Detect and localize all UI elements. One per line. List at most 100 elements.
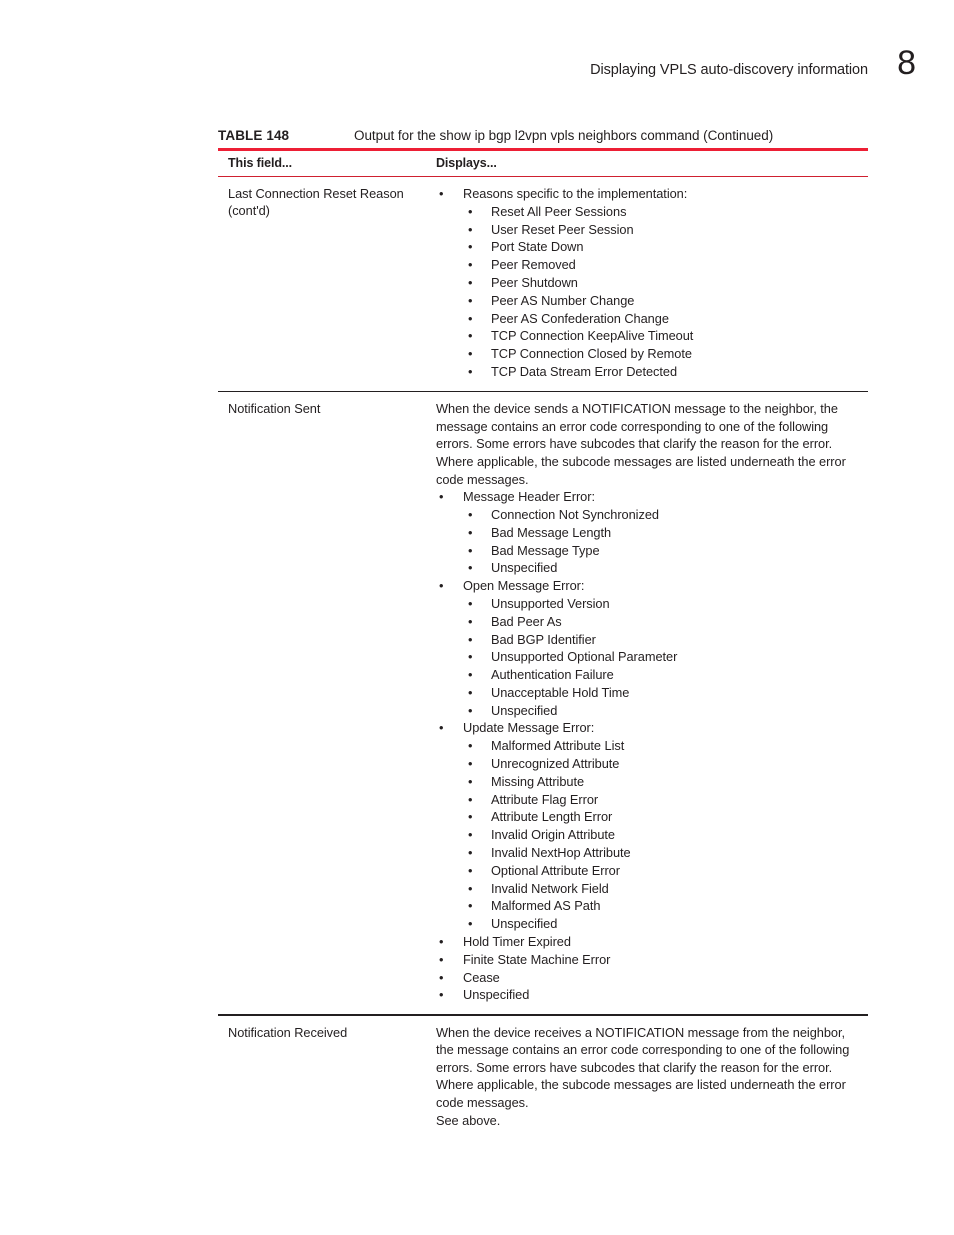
bullet-icon: • bbox=[468, 880, 473, 896]
list-item: • Unspecified bbox=[463, 559, 868, 577]
list-item-label: Unrecognized Attribute bbox=[491, 756, 620, 772]
list-item-label: Peer Removed bbox=[491, 257, 576, 273]
list-item: • Optional Attribute Error bbox=[463, 862, 868, 880]
list-item: • Invalid Origin Attribute bbox=[463, 826, 868, 844]
table-148: TABLE 148 Output for the show ip bgp l2v… bbox=[218, 128, 868, 1139]
list-item-label: Connection Not Synchronized bbox=[491, 506, 659, 522]
list-item: • Malformed AS Path bbox=[463, 897, 868, 915]
row-paragraph-secondary: See above. bbox=[436, 1112, 501, 1128]
row-field-name: Last Connection Reset Reason (cont'd) bbox=[218, 185, 436, 381]
bullet-icon: • bbox=[468, 738, 473, 754]
row-field-line2: (cont'd) bbox=[228, 203, 270, 219]
bullet-icon: • bbox=[439, 720, 444, 736]
bullet-icon: • bbox=[468, 916, 473, 932]
bullet-icon: • bbox=[468, 542, 473, 558]
list-item: • Missing Attribute bbox=[463, 773, 868, 791]
table-label: TABLE 148 bbox=[218, 128, 290, 143]
bullet-icon: • bbox=[439, 987, 444, 1003]
page-title: Displaying VPLS auto-discovery informati… bbox=[590, 62, 868, 78]
list-item: • Peer Shutdown bbox=[463, 274, 868, 292]
bullet-icon: • bbox=[468, 524, 473, 540]
bullet-icon: • bbox=[468, 862, 473, 878]
bullet-icon: • bbox=[468, 845, 473, 861]
bullet-icon: • bbox=[468, 649, 473, 665]
list-item-label: Cease bbox=[463, 969, 500, 985]
row-field-name: Notification Sent bbox=[228, 401, 321, 417]
list-item: • Unsupported Optional Parameter bbox=[463, 648, 868, 666]
table-header-row: This field... Displays... bbox=[218, 151, 868, 176]
list-item: • TCP Data Stream Error Detected bbox=[463, 363, 868, 381]
list-item: • Bad BGP Identifier bbox=[463, 631, 868, 649]
list-item: • Unrecognized Attribute bbox=[463, 755, 868, 773]
bullet-icon: • bbox=[439, 969, 444, 985]
list-item: • Malformed Attribute List bbox=[463, 737, 868, 755]
list-item: • Update Message Error: • Malformed Attri… bbox=[436, 719, 868, 933]
list-item: • Authentication Failure bbox=[463, 666, 868, 684]
bullet-icon: • bbox=[468, 756, 473, 772]
bullet-icon: • bbox=[468, 506, 473, 522]
column-header-displays: Displays... bbox=[436, 155, 497, 170]
bullet-list-level1: • Message Header Error: • Connection Not … bbox=[436, 488, 868, 1004]
list-item-label: Peer Shutdown bbox=[491, 275, 578, 291]
row-field-name: Notification Received bbox=[228, 1024, 348, 1040]
row-paragraph: When the device sends a NOTIFICATION mes… bbox=[436, 401, 846, 487]
row-displays: • Reasons specific to the implementation… bbox=[436, 185, 868, 381]
list-item: • User Reset Peer Session bbox=[463, 221, 868, 239]
bullet-icon: • bbox=[468, 773, 473, 789]
list-item-label: Invalid NextHop Attribute bbox=[491, 845, 631, 861]
list-item: • Finite State Machine Error bbox=[436, 951, 868, 969]
list-item-label: User Reset Peer Session bbox=[491, 221, 634, 237]
row-displays: When the device receives a NOTIFICATION … bbox=[436, 1024, 868, 1130]
list-item: • TCP Connection Closed by Remote bbox=[463, 345, 868, 363]
bullet-icon: • bbox=[468, 791, 473, 807]
list-item-label: Malformed Attribute List bbox=[491, 738, 625, 754]
list-item-label: Unacceptable Hold Time bbox=[491, 684, 630, 700]
list-item-label: Hold Timer Expired bbox=[463, 934, 571, 950]
list-item: • Peer Removed bbox=[463, 256, 868, 274]
bullet-icon: • bbox=[468, 560, 473, 576]
row-displays: When the device sends a NOTIFICATION mes… bbox=[436, 400, 868, 1004]
list-item: • Peer AS Confederation Change bbox=[463, 310, 868, 328]
bullet-list-level2: • Unsupported Version • Bad Peer As • Bad B… bbox=[463, 595, 868, 720]
list-item-label: TCP Data Stream Error Detected bbox=[491, 364, 678, 380]
list-item-label: Update Message Error: bbox=[463, 720, 595, 736]
list-item-label: Unspecified bbox=[491, 916, 558, 932]
bullet-list-level1: • Reasons specific to the implementation… bbox=[436, 185, 868, 381]
list-item: • Message Header Error: • Connection Not … bbox=[436, 488, 868, 577]
list-item: • Reset All Peer Sessions bbox=[463, 203, 868, 221]
list-item-label: Bad BGP Identifier bbox=[491, 631, 596, 647]
list-item-label: Unspecified bbox=[491, 560, 558, 576]
bullet-icon: • bbox=[468, 684, 473, 700]
list-item: • Attribute Length Error bbox=[463, 808, 868, 826]
list-item-label: Port State Down bbox=[491, 239, 584, 255]
row-field-line1: Last Connection Reset Reason bbox=[228, 186, 404, 202]
bullet-icon: • bbox=[468, 221, 473, 237]
bullet-icon: • bbox=[468, 702, 473, 718]
list-item: • Reasons specific to the implementation… bbox=[436, 185, 868, 381]
list-item-label: Unspecified bbox=[463, 987, 530, 1003]
list-item-label: Unsupported Optional Parameter bbox=[491, 649, 678, 665]
table-row: Notification Sent When the device sends … bbox=[218, 392, 868, 1014]
bullet-list-level2: • Malformed Attribute List • Unrecognized … bbox=[463, 737, 868, 933]
list-item-label: Unspecified bbox=[491, 702, 558, 718]
bullet-icon: • bbox=[468, 346, 473, 362]
list-item-label: Attribute Flag Error bbox=[491, 791, 599, 807]
list-item-label: Peer AS Confederation Change bbox=[491, 310, 669, 326]
list-item: • Cease bbox=[436, 969, 868, 987]
list-item: • Unspecified bbox=[436, 986, 868, 1004]
list-item-label: Missing Attribute bbox=[491, 773, 585, 789]
list-item: • Open Message Error: • Unsupported Versi… bbox=[436, 577, 868, 719]
table-caption: TABLE 148 Output for the show ip bgp l2v… bbox=[218, 128, 868, 148]
list-item-label: Message Header Error: bbox=[463, 489, 595, 505]
table-caption-text: Output for the show ip bgp l2vpn vpls ne… bbox=[354, 128, 774, 143]
list-item-label: Invalid Network Field bbox=[491, 880, 609, 896]
bullet-icon: • bbox=[468, 667, 473, 683]
list-item-label: Bad Message Type bbox=[491, 542, 600, 558]
bullet-icon: • bbox=[468, 595, 473, 611]
list-item: • Unsupported Version bbox=[463, 595, 868, 613]
list-item: • Unacceptable Hold Time bbox=[463, 684, 868, 702]
bullet-icon: • bbox=[468, 613, 473, 629]
list-item: • Bad Message Type bbox=[463, 542, 868, 560]
list-item-label: TCP Connection Closed by Remote bbox=[491, 346, 692, 362]
list-item-label: Unsupported Version bbox=[491, 595, 610, 611]
